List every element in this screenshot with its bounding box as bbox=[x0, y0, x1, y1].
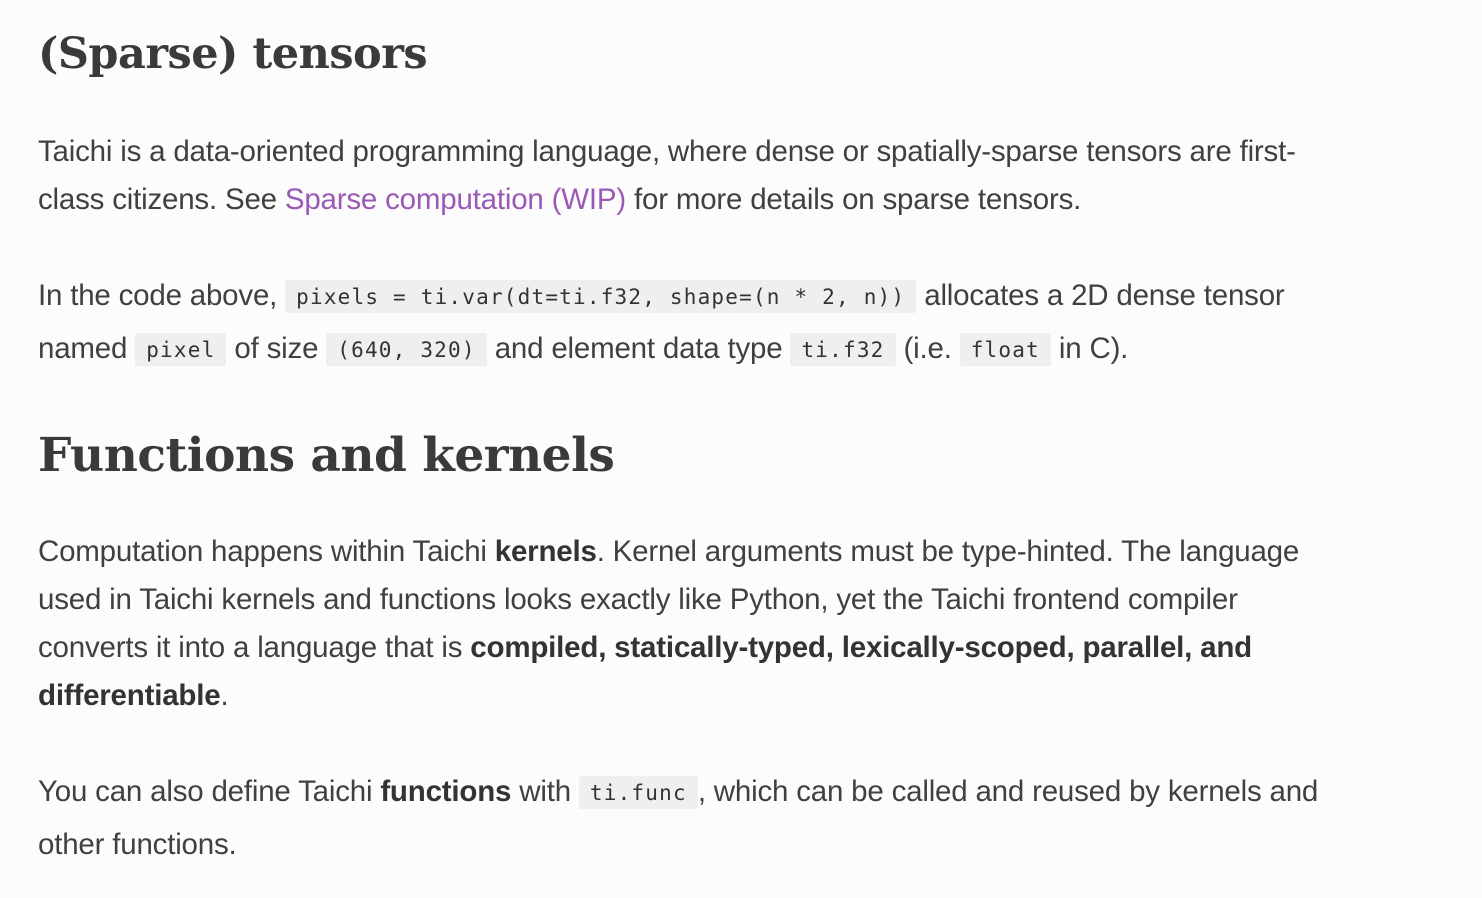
inline-code-pixels-var: pixels = ti.var(dt=ti.f32, shape=(n * 2,… bbox=[285, 280, 917, 313]
paragraph-line: class citizens. See Sparse computation (… bbox=[38, 176, 1296, 224]
text-fragment: with bbox=[511, 775, 579, 808]
inline-code-ti-f32: ti.f32 bbox=[790, 333, 896, 366]
paragraph-line: In the code above, pixels = ti.var(dt=ti… bbox=[38, 270, 1285, 323]
text-fragment: converts it into a language that is bbox=[38, 631, 471, 664]
text-fragment: , which can be called and reused by kern… bbox=[697, 775, 1319, 808]
text-fragment: in C). bbox=[1050, 332, 1129, 365]
paragraph-line: You can also define Taichi functions wit… bbox=[38, 766, 1318, 819]
paragraph-line: differentiable. bbox=[38, 672, 1299, 720]
bold-functions: functions bbox=[380, 775, 512, 808]
inline-code-size: (640, 320) bbox=[326, 333, 487, 366]
paragraph-line: converts it into a language that is comp… bbox=[38, 624, 1299, 672]
text-fragment: named bbox=[38, 332, 136, 365]
text-fragment: Computation happens within Taichi bbox=[38, 535, 495, 568]
paragraph-line: named pixel of size (640, 320) and eleme… bbox=[38, 323, 1285, 376]
bold-kernels: kernels bbox=[494, 535, 597, 568]
paragraph-code-explanation: In the code above, pixels = ti.var(dt=ti… bbox=[38, 270, 1285, 376]
text-fragment: . Kernel arguments must be type-hinted. … bbox=[596, 535, 1300, 568]
text-fragment: . bbox=[220, 679, 229, 712]
text-fragment: allocates a 2D dense tensor bbox=[916, 279, 1285, 312]
paragraph-line: Computation happens within Taichi kernel… bbox=[38, 528, 1299, 576]
paragraph-line: Taichi is a data-oriented programming la… bbox=[38, 135, 1296, 168]
text-fragment: and element data type bbox=[486, 332, 791, 365]
paragraph-functions: You can also define Taichi functions wit… bbox=[38, 766, 1318, 871]
paragraph-kernels: Computation happens within Taichi kernel… bbox=[38, 528, 1299, 720]
bold-language-properties: compiled, statically-typed, lexically-sc… bbox=[470, 631, 1253, 664]
inline-code-pixel: pixel bbox=[135, 333, 227, 366]
text-fragment: In the code above, bbox=[38, 279, 286, 312]
bold-differentiable: differentiable bbox=[38, 679, 221, 712]
paragraph-line: other functions. bbox=[38, 828, 237, 861]
text-fragment: for more details on sparse tensors. bbox=[626, 183, 1082, 216]
text-fragment: (i.e. bbox=[895, 332, 960, 365]
paragraph-line: used in Taichi kernels and functions loo… bbox=[38, 583, 1238, 616]
inline-code-ti-func: ti.func bbox=[578, 776, 698, 809]
inline-code-float: float bbox=[959, 333, 1051, 366]
sparse-computation-link[interactable]: Sparse computation (WIP) bbox=[285, 183, 626, 216]
text-fragment: class citizens. See bbox=[38, 183, 285, 216]
paragraph-tensors-intro: Taichi is a data-oriented programming la… bbox=[38, 128, 1296, 224]
text-fragment: of size bbox=[226, 332, 327, 365]
heading-functions-kernels: Functions and kernels bbox=[38, 428, 615, 483]
text-fragment: You can also define Taichi bbox=[38, 775, 381, 808]
heading-sparse-tensors: (Sparse) tensors bbox=[38, 29, 428, 79]
